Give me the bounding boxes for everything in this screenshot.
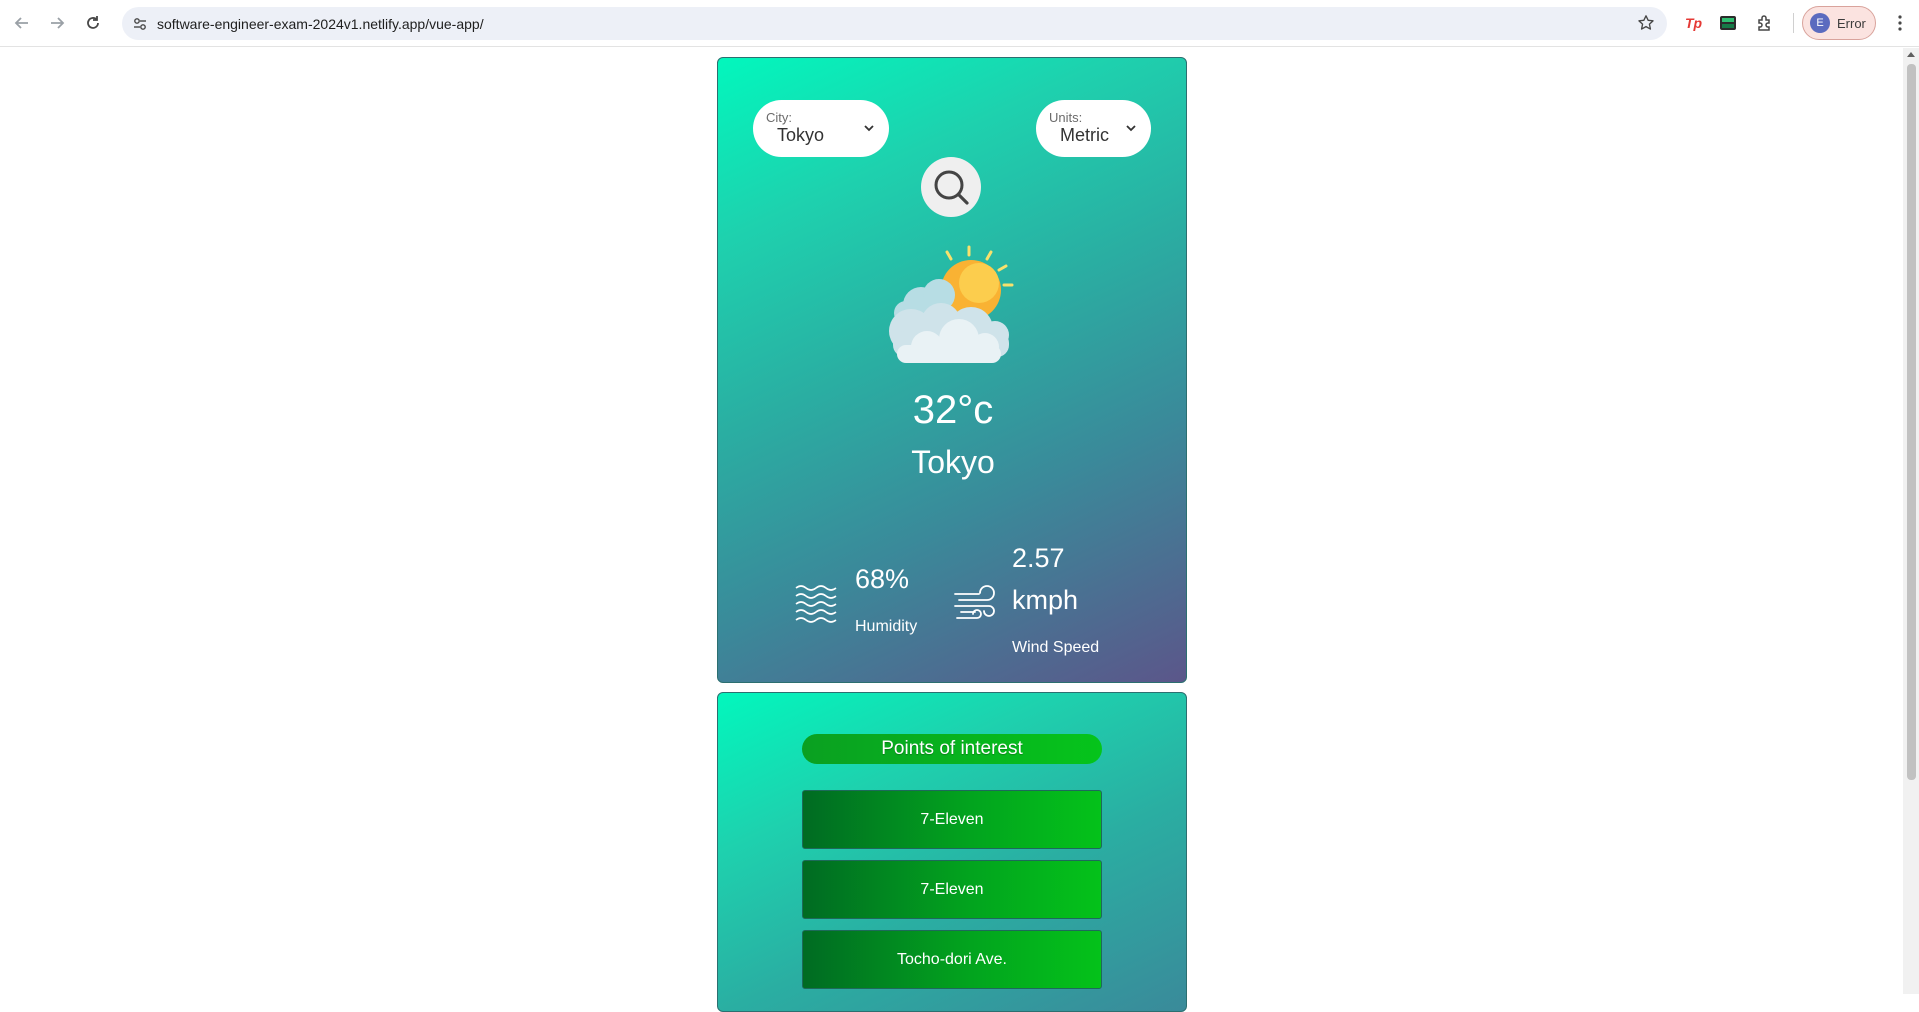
scroll-up-arrow-icon[interactable] <box>1907 52 1915 57</box>
browser-toolbar: software-engineer-exam-2024v1.netlify.ap… <box>0 0 1919 47</box>
search-button[interactable] <box>921 157 981 217</box>
poi-item[interactable]: 7-Eleven <box>802 790 1102 849</box>
city-select-value: Tokyo <box>777 125 825 145</box>
profile-button[interactable]: E Error <box>1802 6 1876 40</box>
poi-title: Points of interest <box>802 734 1102 764</box>
profile-avatar: E <box>1810 13 1830 33</box>
reload-button[interactable] <box>81 11 105 35</box>
back-arrow-icon <box>14 17 28 29</box>
bookmark-star-icon[interactable] <box>1637 14 1655 37</box>
chevron-down-icon <box>1126 125 1136 132</box>
address-bar[interactable]: software-engineer-exam-2024v1.netlify.ap… <box>122 7 1667 40</box>
partly-cloudy-icon <box>889 245 1014 363</box>
poi-item[interactable]: 7-Eleven <box>802 860 1102 919</box>
forward-arrow-icon <box>51 17 65 29</box>
city-name: Tokyo <box>911 444 995 480</box>
scroll-thumb[interactable] <box>1907 64 1916 780</box>
humidity-label: Humidity <box>855 618 918 635</box>
tp-extension-icon[interactable]: Tp <box>1683 12 1705 34</box>
forward-button[interactable] <box>45 11 69 35</box>
units-select-caption: Units: <box>1049 110 1083 125</box>
city-select-caption: City: <box>766 110 792 125</box>
search-icon <box>934 170 969 205</box>
back-button[interactable] <box>10 11 34 35</box>
page-scrollbar[interactable] <box>1903 48 1919 994</box>
wind-speed-label: Wind Speed <box>1012 639 1100 656</box>
humidity-waves-icon <box>795 585 837 623</box>
wind-speed-value: 2.57 <box>1012 543 1065 573</box>
wind-speed-unit: kmph <box>1012 585 1079 615</box>
humidity-value: 68% <box>855 564 910 594</box>
poi-item[interactable]: Tocho-dori Ave. <box>802 930 1102 989</box>
weather-card: City: Tokyo Units: Metric 32°c Tokyo 68%… <box>717 57 1187 683</box>
green-extension-icon[interactable] <box>1717 12 1739 34</box>
svg-text:Tp: Tp <box>1685 15 1703 31</box>
points-of-interest-card: Points of interest 7-Eleven 7-Eleven Toc… <box>717 692 1187 1012</box>
units-select[interactable]: Units: Metric <box>1036 100 1151 157</box>
extensions-puzzle-icon[interactable] <box>1754 12 1776 34</box>
wind-icon <box>954 585 995 619</box>
site-settings-icon[interactable] <box>132 16 148 37</box>
units-select-value: Metric <box>1060 125 1109 145</box>
browser-menu-icon[interactable] <box>1889 12 1911 34</box>
temperature: 32°c <box>912 388 994 432</box>
city-select[interactable]: City: Tokyo <box>753 100 889 157</box>
profile-label: Error <box>1837 15 1866 31</box>
toolbar-divider <box>1793 13 1794 33</box>
url-text[interactable]: software-engineer-exam-2024v1.netlify.ap… <box>157 16 484 32</box>
chevron-down-icon <box>864 125 874 132</box>
reload-icon <box>87 16 99 29</box>
